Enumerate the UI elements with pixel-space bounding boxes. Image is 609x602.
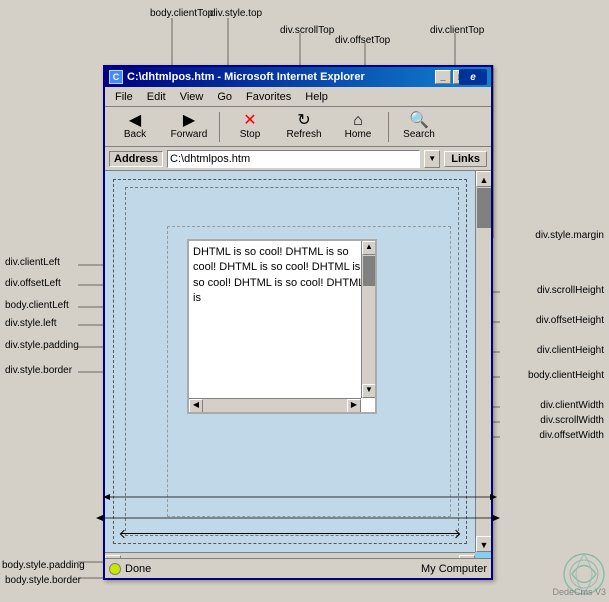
label-div-style-border: div.style.border bbox=[5, 365, 72, 376]
label-body-style-border: body.style.border bbox=[5, 575, 81, 586]
menu-edit[interactable]: Edit bbox=[141, 89, 172, 105]
ie-logo: e bbox=[459, 69, 487, 85]
menu-view[interactable]: View bbox=[174, 89, 210, 105]
search-label: Search bbox=[403, 129, 435, 140]
menu-favorites[interactable]: Favorites bbox=[240, 89, 297, 105]
scroll-left-btn[interactable]: ◀ bbox=[189, 399, 203, 413]
label-body-client-height: body.clientHeight bbox=[528, 370, 604, 381]
label-div-offset-left: div.offsetLeft bbox=[5, 278, 61, 289]
browser-window: C C:\dhtmlpos.htm - Microsoft Internet E… bbox=[103, 65, 493, 580]
outer-scroll-thumb-v bbox=[477, 188, 491, 228]
toolbar-separator-1 bbox=[219, 112, 220, 142]
scroll-right-btn[interactable]: ▶ bbox=[347, 399, 361, 413]
search-icon: 🔍 bbox=[409, 113, 429, 129]
forward-button[interactable]: ▶ Forward bbox=[163, 109, 215, 145]
home-button[interactable]: ⌂ Home bbox=[332, 109, 384, 145]
address-input[interactable]: C:\dhtmlpos.htm bbox=[167, 150, 420, 168]
address-value: C:\dhtmlpos.htm bbox=[170, 153, 250, 165]
scroll-up-btn[interactable]: ▲ bbox=[362, 241, 376, 255]
status-bar: Done My Computer bbox=[105, 558, 491, 578]
back-button[interactable]: ◀ Back bbox=[109, 109, 161, 145]
label-div-client-left: div.clientLeft bbox=[5, 257, 60, 268]
toolbar-separator-2 bbox=[388, 112, 389, 142]
label-div-offset-width: div.offsetWidth bbox=[539, 430, 604, 441]
address-label: Address bbox=[109, 151, 163, 167]
home-label: Home bbox=[345, 129, 372, 140]
status-icon bbox=[109, 563, 121, 575]
address-dropdown[interactable]: ▼ bbox=[424, 150, 440, 168]
label-body-style-padding: body.style.padding bbox=[2, 560, 85, 571]
window-title: C:\dhtmlpos.htm - Microsoft Internet Exp… bbox=[127, 71, 431, 83]
watermark-text: DedeCms V3 bbox=[552, 587, 606, 597]
title-bar[interactable]: C C:\dhtmlpos.htm - Microsoft Internet E… bbox=[105, 67, 491, 87]
label-div-style-margin: div.style.margin bbox=[535, 230, 604, 241]
minimize-button[interactable]: _ bbox=[435, 70, 451, 84]
label-div-client-top: div.clientTop bbox=[430, 25, 484, 36]
menu-file[interactable]: File bbox=[109, 89, 139, 105]
label-div-offset-height: div.offsetHeight bbox=[536, 315, 604, 326]
address-bar: Address C:\dhtmlpos.htm ▼ Links bbox=[105, 147, 491, 171]
label-div-style-left: div.style.left bbox=[5, 318, 57, 329]
status-zone: My Computer bbox=[421, 563, 487, 575]
refresh-button[interactable]: ↻ Refresh bbox=[278, 109, 330, 145]
scroll-thumb-v bbox=[363, 256, 375, 286]
label-body-client-left: body.clientLeft bbox=[5, 300, 69, 311]
label-div-scroll-top: div.scrollTop bbox=[280, 25, 334, 36]
outer-v-scrollbar[interactable]: ▲ ▼ bbox=[475, 171, 491, 552]
menu-bar: File Edit View Go Favorites Help e bbox=[105, 87, 491, 107]
label-div-client-height: div.clientHeight bbox=[537, 345, 604, 356]
label-div-offset-top: div.offsetTop bbox=[335, 35, 390, 46]
label-div-style-top: div.style.top bbox=[210, 8, 262, 19]
refresh-icon: ↻ bbox=[297, 113, 310, 129]
label-div-scroll-width: div.scrollWidth bbox=[540, 415, 604, 426]
status-text: Done bbox=[125, 563, 151, 575]
label-div-client-width: div.clientWidth bbox=[540, 400, 604, 411]
menu-help[interactable]: Help bbox=[299, 89, 334, 105]
back-label: Back bbox=[124, 129, 146, 140]
body-client-width-line bbox=[121, 533, 459, 534]
label-body-client-top: body.clientTop bbox=[150, 8, 213, 19]
search-button[interactable]: 🔍 Search bbox=[393, 109, 445, 145]
browser-icon: C bbox=[109, 70, 123, 84]
toolbar: ◀ Back ▶ Forward ✕ Stop ↻ Refresh ⌂ Home bbox=[105, 107, 491, 147]
scroll-down-btn[interactable]: ▼ bbox=[362, 384, 376, 398]
menu-go[interactable]: Go bbox=[211, 89, 238, 105]
inner-h-scrollbar[interactable]: ◀ ▶ bbox=[189, 398, 361, 412]
content-area: DHTML is so cool! DHTML is so cool! DHTM… bbox=[105, 171, 491, 572]
inner-v-scrollbar[interactable]: ▲ ▼ bbox=[361, 241, 375, 398]
div-text: DHTML is so cool! DHTML is so cool! DHTM… bbox=[189, 241, 375, 311]
label-div-scroll-height: div.scrollHeight bbox=[537, 285, 604, 296]
forward-icon: ▶ bbox=[183, 113, 195, 129]
forward-label: Forward bbox=[171, 129, 208, 140]
stop-button[interactable]: ✕ Stop bbox=[224, 109, 276, 145]
stop-label: Stop bbox=[240, 129, 261, 140]
stop-icon: ✕ bbox=[243, 113, 256, 129]
refresh-label: Refresh bbox=[286, 129, 321, 140]
inner-div: DHTML is so cool! DHTML is so cool! DHTM… bbox=[187, 239, 377, 414]
label-div-style-padding: div.style.padding bbox=[5, 340, 79, 351]
links-button[interactable]: Links bbox=[444, 151, 487, 167]
home-icon: ⌂ bbox=[353, 113, 363, 129]
back-icon: ◀ bbox=[129, 113, 141, 129]
outer-scroll-down-btn[interactable]: ▼ bbox=[476, 536, 491, 552]
outer-scroll-up-btn[interactable]: ▲ bbox=[476, 171, 491, 187]
